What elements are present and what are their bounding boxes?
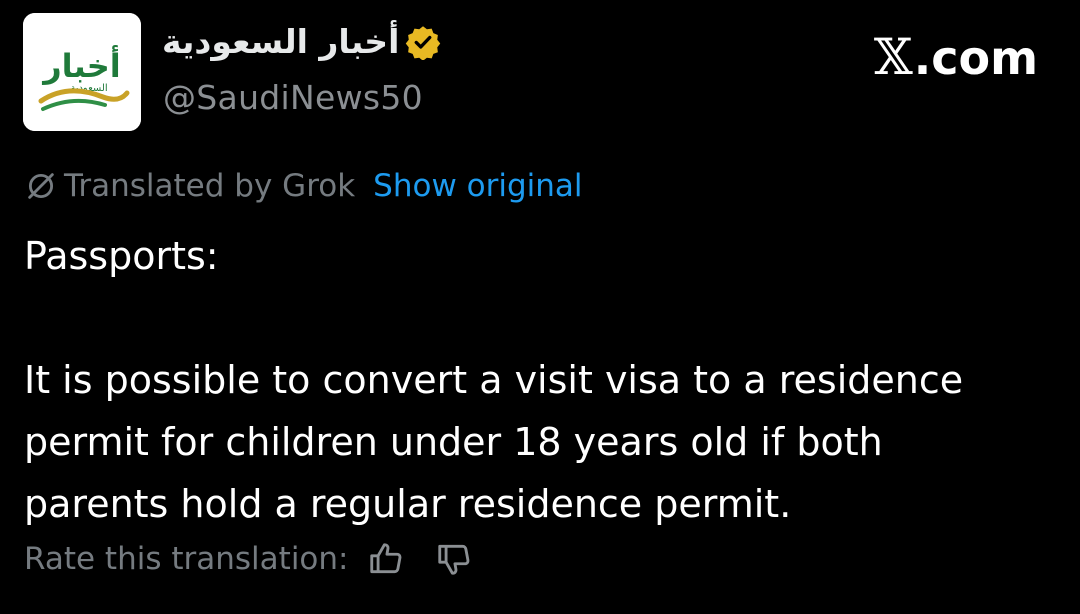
grok-icon bbox=[28, 173, 54, 199]
x-com-brand: 𝕏 .com bbox=[874, 28, 1038, 86]
saudi-news-logo-icon: أخبار السعودية bbox=[23, 13, 141, 131]
display-name-row[interactable]: أخبار السعودية bbox=[162, 22, 441, 61]
thumbs-up-icon[interactable] bbox=[367, 540, 405, 578]
show-original-link[interactable]: Show original bbox=[373, 168, 582, 204]
display-name[interactable]: أخبار السعودية bbox=[162, 22, 399, 61]
brand-suffix: .com bbox=[913, 31, 1038, 85]
avatar[interactable]: أخبار السعودية bbox=[23, 13, 141, 131]
thumbs-down-icon[interactable] bbox=[435, 540, 473, 578]
rate-translation-label: Rate this translation: bbox=[24, 541, 349, 577]
user-handle[interactable]: @SaudiNews50 bbox=[163, 78, 423, 117]
translation-bar: Translated by Grok Show original bbox=[24, 168, 583, 204]
verified-gold-badge-icon bbox=[406, 25, 441, 60]
x-logo-icon: 𝕏 bbox=[873, 28, 913, 86]
avatar-logo-text: أخبار bbox=[41, 45, 121, 85]
translated-by-label: Translated by Grok bbox=[64, 168, 356, 204]
tweet-text: Passports: It is possible to convert a v… bbox=[24, 234, 964, 526]
rate-translation-row: Rate this translation: bbox=[24, 540, 473, 578]
